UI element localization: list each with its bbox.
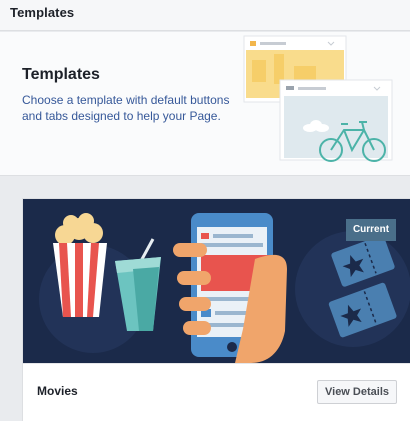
movies-illustration: Current xyxy=(23,199,410,363)
topbar: Templates xyxy=(0,0,410,31)
templates-intro: Templates Choose a template with default… xyxy=(0,32,410,176)
card-footer: Movies View Details xyxy=(23,363,410,421)
topbar-title: Templates xyxy=(10,5,75,20)
template-name: Movies xyxy=(37,384,78,398)
hero-title: Templates xyxy=(22,66,100,83)
templates-hero-illustration xyxy=(243,35,393,162)
current-badge: Current xyxy=(346,219,396,241)
template-card-movies[interactable]: Current Movies View Details xyxy=(22,198,410,421)
hero-description: Choose a template with default buttons a… xyxy=(22,93,230,123)
popcorn-icon xyxy=(53,213,107,317)
view-details-button[interactable]: View Details xyxy=(317,380,397,404)
